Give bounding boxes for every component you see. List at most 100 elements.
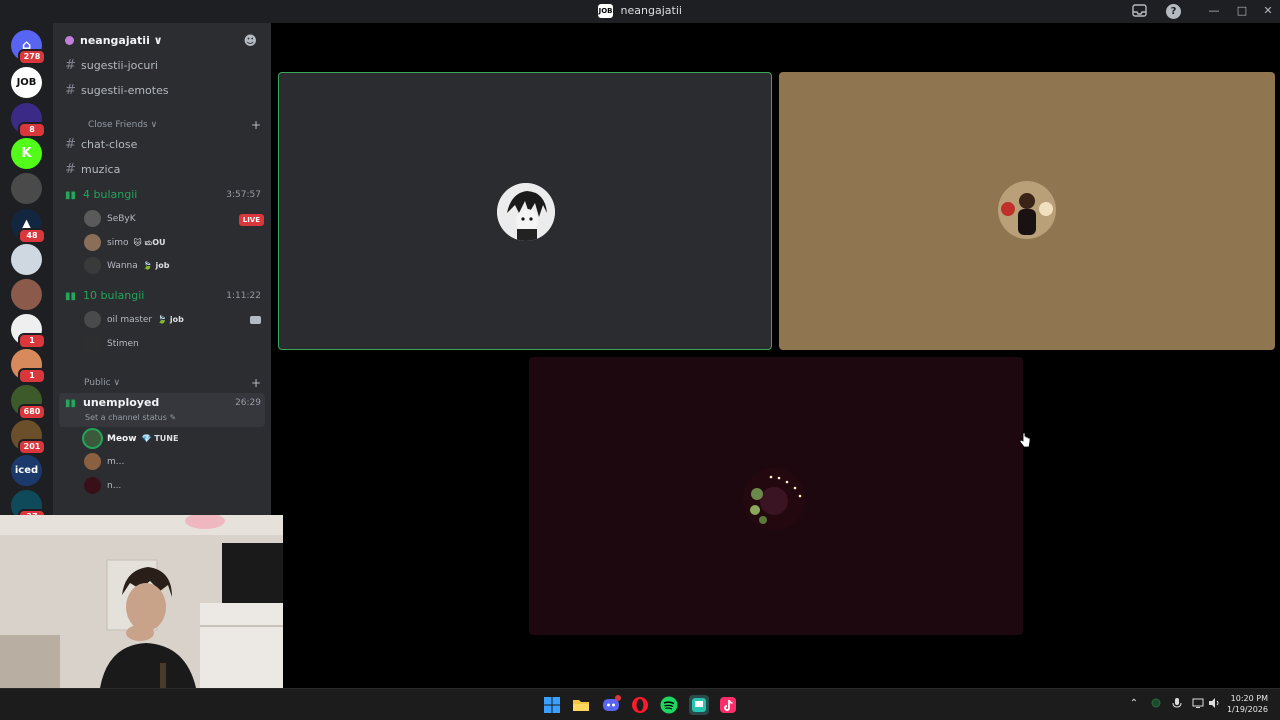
member-name: oil master — [107, 315, 153, 325]
avatar — [84, 311, 101, 328]
avatar — [84, 453, 101, 470]
member-tag: 💎 TUNE — [141, 434, 179, 443]
spotify-icon[interactable] — [659, 695, 679, 715]
add-channel-icon[interactable]: + — [251, 376, 261, 390]
avatar — [84, 430, 101, 447]
system-clock[interactable]: 10:20 PM 1/19/2026 — [1227, 693, 1268, 715]
voice-member[interactable]: Meow 💎 TUNE — [84, 430, 264, 448]
invite-people-icon[interactable]: ☻ — [243, 34, 257, 49]
channel-status[interactable]: Set a channel status ✎ — [85, 413, 176, 422]
channel-sugestii-emotes[interactable]: # sugestii-emotes — [65, 82, 261, 100]
voice-member[interactable]: n... — [84, 477, 264, 495]
tray-status-icon[interactable] — [1149, 697, 1163, 711]
inbox-icon[interactable] — [1132, 4, 1147, 19]
taskbar: ⌃ 10:20 PM 1/19/2026 — [0, 688, 1280, 720]
minimize-icon[interactable]: — — [1206, 3, 1222, 19]
channel-muzica[interactable]: # muzica — [65, 161, 261, 179]
participant-avatar — [743, 468, 805, 530]
server-icon[interactable]: ⌂ 278 — [11, 30, 46, 65]
call-stage — [271, 23, 1280, 688]
channel-label: muzica — [81, 163, 121, 176]
channel-label: sugestii-jocuri — [81, 59, 158, 72]
voice-member[interactable]: Wanna 🍃 job — [84, 257, 264, 275]
tray-overflow-icon[interactable]: ⌃ — [1127, 697, 1141, 711]
unread-count-badge: 8 — [18, 122, 46, 138]
member-name: simo — [107, 238, 129, 248]
voice-member[interactable]: oil master 🍃 job — [84, 311, 264, 329]
participant-avatar — [998, 181, 1056, 239]
clock-date: 1/19/2026 — [1226, 705, 1268, 714]
window-title-text: neangajatii — [620, 4, 682, 17]
twitch-icon[interactable] — [689, 695, 709, 715]
server-badge-icon: JOB — [598, 4, 614, 18]
voice-channel-label: 10 bulangii — [83, 289, 145, 302]
participant-tile-speaking[interactable] — [278, 72, 772, 350]
server-icon[interactable]: 1 — [11, 349, 46, 384]
window-title: JOB neangajatii — [0, 4, 1280, 18]
voice-member[interactable]: m... — [84, 453, 264, 471]
server-icon[interactable]: iced — [11, 455, 42, 486]
server-icon[interactable]: JOB — [11, 67, 42, 98]
avatar — [84, 477, 101, 494]
category-label: Close Friends ∨ — [88, 120, 158, 130]
server-icon[interactable] — [11, 244, 42, 275]
help-icon[interactable]: ? — [1166, 4, 1181, 19]
server-icon[interactable]: K — [11, 138, 42, 169]
participant-tile[interactable] — [529, 357, 1023, 635]
participant-avatar — [497, 183, 555, 241]
clock-time: 10:20 PM — [1230, 694, 1268, 703]
opera-icon[interactable] — [630, 695, 650, 715]
server-icon[interactable]: 1 — [11, 314, 46, 349]
avatar — [84, 335, 101, 352]
voice-member[interactable]: SeByK LIVE — [84, 210, 264, 228]
hash-icon: # — [65, 83, 76, 98]
server-icon[interactable]: 201 — [11, 420, 46, 455]
member-tag: 🍃 job — [142, 261, 170, 270]
category-public[interactable]: Public ∨ + — [65, 376, 261, 390]
add-channel-icon[interactable]: + — [251, 118, 261, 132]
voice-channel-4-bulangii[interactable]: ▮▮ 4 bulangii 3:57:57 — [65, 186, 261, 204]
camera-icon — [250, 316, 261, 324]
server-icon[interactable]: 680 — [11, 385, 46, 420]
server-icon[interactable]: ▲ 48 — [11, 209, 46, 244]
server-glyph: K — [21, 146, 32, 161]
server-glyph: iced — [14, 465, 39, 476]
file-explorer-icon[interactable] — [571, 695, 591, 715]
voice-duration: 26:29 — [235, 398, 261, 408]
hash-icon: # — [65, 137, 76, 152]
avatar — [84, 257, 101, 274]
unread-count-badge: 201 — [18, 439, 46, 455]
channel-label: sugestii-emotes — [81, 84, 169, 97]
windows-start-icon[interactable] — [542, 695, 562, 715]
category-close-friends[interactable]: Close Friends ∨ + — [65, 118, 261, 132]
guild-header[interactable]: neangajatii ∨ — [65, 34, 163, 47]
webcam-overlay — [0, 515, 283, 688]
voice-icon: ▮▮ — [65, 190, 77, 201]
volume-icon[interactable] — [1207, 697, 1221, 711]
voice-member[interactable]: Stimen — [84, 335, 264, 353]
microphone-icon[interactable] — [1170, 697, 1184, 711]
channel-chat-close[interactable]: # chat-close — [65, 136, 261, 154]
voice-icon: ▮▮ — [65, 291, 77, 302]
server-icon[interactable] — [11, 173, 42, 204]
server-icon[interactable] — [11, 279, 42, 310]
member-name: Meow — [107, 434, 137, 444]
voice-member[interactable]: simo 🐱 ಮOU — [84, 234, 264, 252]
voice-duration: 3:57:57 — [226, 190, 261, 200]
monitor-icon[interactable] — [1191, 697, 1205, 711]
server-glyph — [11, 173, 42, 204]
voice-channel-unemployed[interactable]: ▮▮ unemployed 26:29 — [65, 394, 261, 412]
discord-icon[interactable] — [601, 695, 621, 715]
maximize-icon[interactable]: □ — [1234, 3, 1250, 19]
voice-duration: 1:11:22 — [226, 291, 261, 301]
hash-icon: # — [65, 162, 76, 177]
hash-icon: # — [65, 58, 76, 73]
tiktok-icon[interactable] — [718, 695, 738, 715]
close-icon[interactable]: ✕ — [1260, 3, 1276, 19]
participant-tile[interactable] — [779, 72, 1275, 350]
voice-channel-10-bulangii[interactable]: ▮▮ 10 bulangii 1:11:22 — [65, 287, 261, 305]
server-icon[interactable]: 8 — [11, 103, 46, 138]
voice-channel-label: 4 bulangii — [83, 188, 138, 201]
unread-count-badge: 278 — [18, 49, 46, 65]
channel-sugestii-jocuri[interactable]: # sugestii-jocuri — [65, 57, 261, 75]
